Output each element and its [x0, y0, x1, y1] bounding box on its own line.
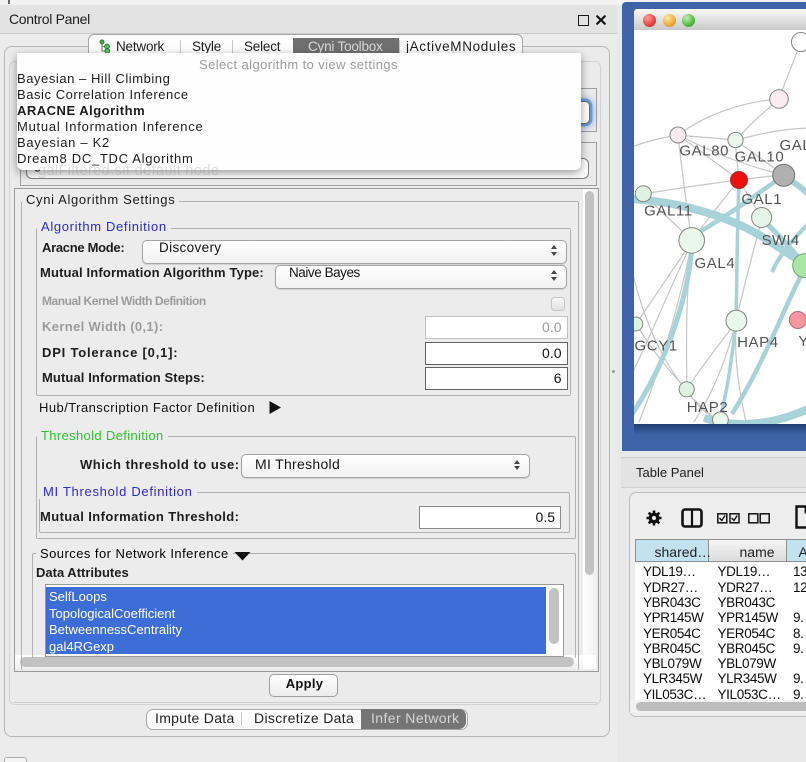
svg-text:GAL4: GAL4	[695, 255, 736, 272]
svg-text:HAP2: HAP2	[687, 399, 729, 416]
svg-text:Y: Y	[798, 333, 806, 350]
svg-text:GCY1: GCY1	[635, 338, 678, 355]
svg-text:GAL11: GAL11	[644, 203, 693, 220]
svg-text:SWI4: SWI4	[762, 232, 800, 249]
svg-text:GAL80: GAL80	[679, 143, 729, 160]
svg-text:HAP4: HAP4	[737, 334, 779, 351]
svg-text:GAL10: GAL10	[735, 149, 785, 166]
svg-text:GAL1: GAL1	[741, 191, 782, 208]
